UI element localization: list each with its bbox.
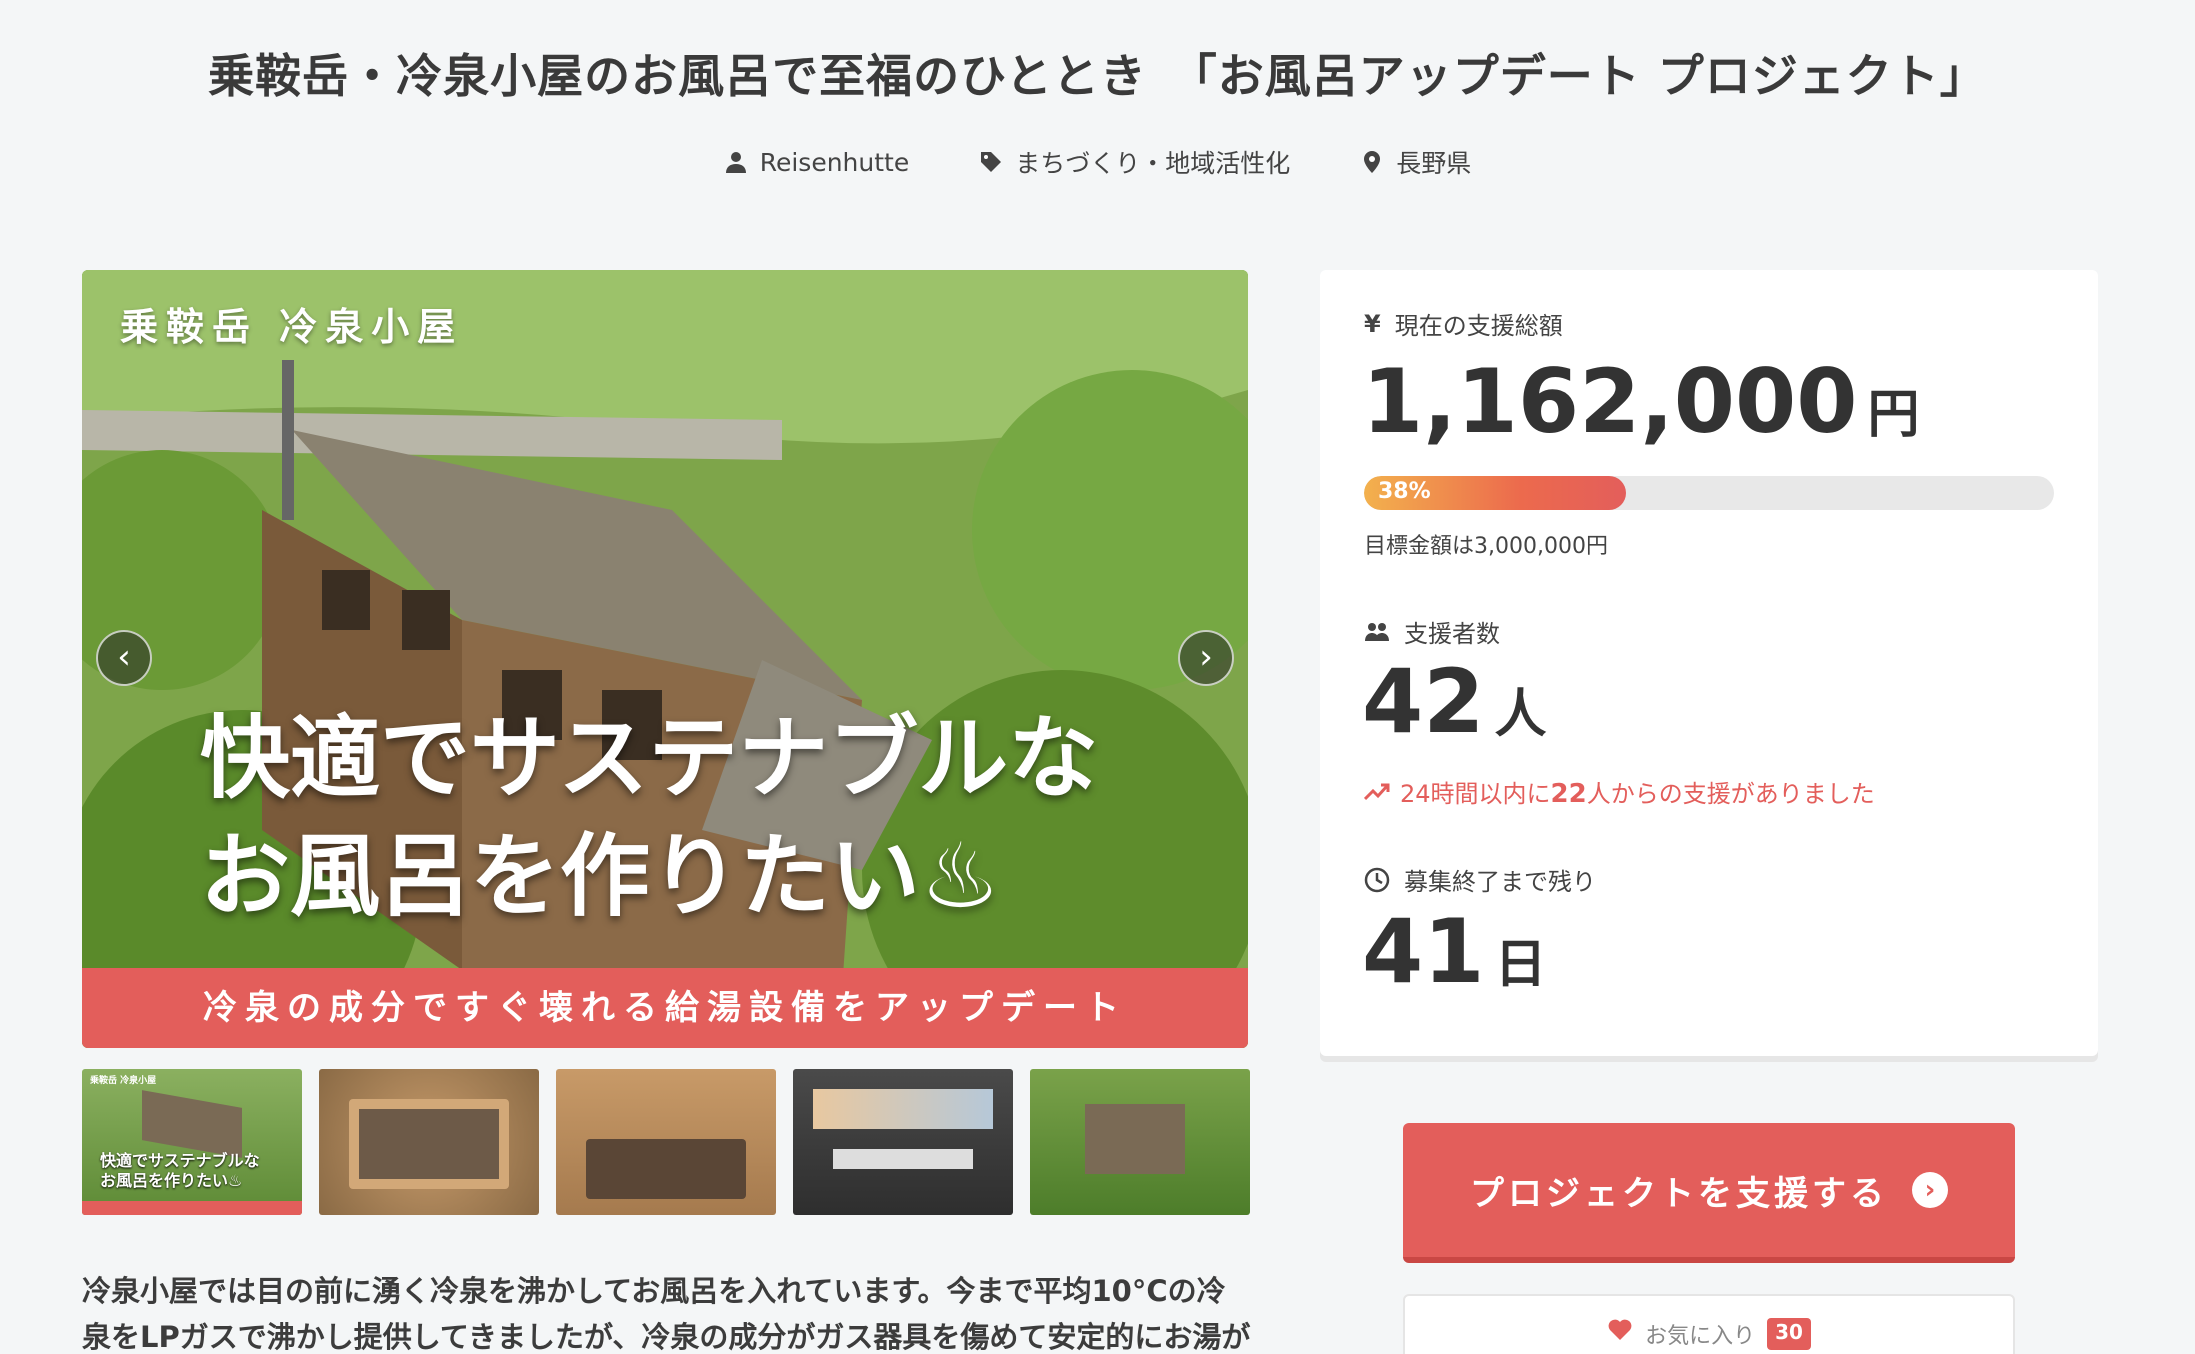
trend-suffix: 人からの支援がありました xyxy=(1586,780,1875,808)
remaining-label: 募集終了まで残り xyxy=(1364,862,1596,897)
backers-count: 42 人 xyxy=(1362,650,1546,753)
heart-icon xyxy=(1608,1319,1632,1340)
hero-brand-text: 乗鞍岳 冷泉小屋 xyxy=(120,305,464,349)
tag-icon xyxy=(981,152,1002,172)
thumbnail-house xyxy=(1085,1104,1185,1174)
user-icon xyxy=(725,152,746,173)
thumbnail-house xyxy=(142,1090,242,1158)
recent-backers-trend: 24時間以内に22人からの支援がありました xyxy=(1364,774,1875,809)
support-button-label: プロジェクトを支援する xyxy=(1470,1173,1888,1214)
hero-headline-line1: 快適でサステナブルな xyxy=(200,706,1099,811)
remaining-days-value: 41 xyxy=(1362,900,1485,1003)
support-project-button[interactable]: プロジェクトを支援する › xyxy=(1403,1123,2015,1263)
location-name: 長野県 xyxy=(1396,149,1472,178)
owner-link[interactable]: Reisenhutte xyxy=(724,144,910,180)
progress-percent: 38% xyxy=(1378,479,1431,504)
thumbnail-2[interactable] xyxy=(319,1069,539,1215)
thumbnail-brand: 乗鞍岳 冷泉小屋 xyxy=(90,1076,157,1086)
clock-icon xyxy=(1364,867,1390,892)
thumbnail-bath xyxy=(349,1099,509,1189)
project-page: 乗鞍岳・冷泉小屋のお風呂で至福のひととき 「お風呂アップデート プロジェクト」 … xyxy=(0,0,2195,1354)
goal-amount: 目標金額は3,000,000円 xyxy=(1364,534,1608,559)
carousel-prev-button[interactable]: ‹ xyxy=(96,630,152,686)
trend-up-icon xyxy=(1364,783,1390,800)
thumbnail-3[interactable] xyxy=(556,1069,776,1215)
trend-text: 24時間以内に22人からの支援がありました xyxy=(1400,774,1875,809)
trend-count: 22 xyxy=(1550,779,1587,809)
hero-headline-line2: お風呂を作りたい♨ xyxy=(200,824,1001,929)
thumbnail-caption-line2: お風呂を作りたい♨ xyxy=(100,1171,243,1190)
thumbnail-table xyxy=(833,1149,973,1169)
thumbnail-caption-line1: 快適でサステナブルな xyxy=(100,1151,260,1170)
carousel-next-button[interactable]: › xyxy=(1178,630,1234,686)
thumbnail-people xyxy=(586,1139,746,1199)
trend-prefix: 24時間以内に xyxy=(1400,780,1551,808)
map-pin-icon xyxy=(1364,151,1381,173)
category-name: まちづくり・地域活性化 xyxy=(1015,149,1291,178)
thumbnail-strip: 乗鞍岳 冷泉小屋 快適でサステナブルな お風呂を作りたい♨ xyxy=(82,1069,1250,1215)
chevron-right-icon: › xyxy=(1912,1172,1948,1208)
total-amount-value: 1,162,000 xyxy=(1362,350,1858,453)
backers-count-unit: 人 xyxy=(1494,685,1547,745)
hero-ribbon: 冷泉の成分ですぐ壊れる給湯設備をアップデート xyxy=(82,968,1248,1048)
favorite-count-badge: 30 xyxy=(1767,1318,1811,1350)
location-link[interactable]: 長野県 xyxy=(1360,144,1471,180)
total-label: ¥ 現在の支援総額 xyxy=(1364,306,1563,341)
thumbnail-window xyxy=(813,1089,993,1129)
hero-carousel[interactable]: 乗鞍岳 冷泉小屋 快適でサステナブルな お風呂を作りたい♨ 冷泉の成分ですぐ壊れ… xyxy=(82,270,1248,1048)
favorite-label: お気に入り xyxy=(1645,1324,1756,1349)
total-amount: 1,162,000 円 xyxy=(1362,350,1920,453)
project-description: 冷泉小屋では目の前に湧く冷泉を沸かしてお風呂を入れています。今まで平均10°Cの… xyxy=(82,1274,1251,1354)
project-meta: Reisenhutte まちづくり・地域活性化 長野県 xyxy=(0,144,2195,180)
backers-count-value: 42 xyxy=(1362,650,1485,753)
yen-icon: ¥ xyxy=(1364,309,1381,338)
total-label-text: 現在の支援総額 xyxy=(1394,312,1563,340)
thumbnail-5[interactable] xyxy=(1030,1069,1250,1215)
hero-headline: 快適でサステナブルな お風呂を作りたい♨ xyxy=(200,700,1098,936)
backers-label-text: 支援者数 xyxy=(1404,620,1500,648)
thumbnail-caption: 快適でサステナブルな お風呂を作りたい♨ xyxy=(100,1151,260,1191)
backers-label: 支援者数 xyxy=(1364,614,1500,649)
funding-stats-card: ¥ 現在の支援総額 1,162,000 円 38% 目標金額は3,000,000円… xyxy=(1320,270,2098,1056)
page-title: 乗鞍岳・冷泉小屋のお風呂で至福のひととき 「お風呂アップデート プロジェクト」 xyxy=(208,49,1987,103)
thumbnail-1[interactable]: 乗鞍岳 冷泉小屋 快適でサステナブルな お風呂を作りたい♨ xyxy=(82,1069,302,1215)
remaining-label-text: 募集終了まで残り xyxy=(1404,868,1596,896)
remaining-days: 41 日 xyxy=(1362,900,1546,1003)
thumbnail-4[interactable] xyxy=(793,1069,1013,1215)
owner-name: Reisenhutte xyxy=(759,147,910,177)
total-amount-unit: 円 xyxy=(1867,385,1920,445)
thumbnail-ribbon xyxy=(82,1201,302,1215)
progress-bar: 38% xyxy=(1364,476,2054,510)
users-icon xyxy=(1365,622,1389,641)
category-link[interactable]: まちづくり・地域活性化 xyxy=(979,144,1290,180)
favorite-button[interactable]: お気に入り 30 xyxy=(1403,1294,2015,1354)
remaining-days-unit: 日 xyxy=(1494,935,1547,995)
